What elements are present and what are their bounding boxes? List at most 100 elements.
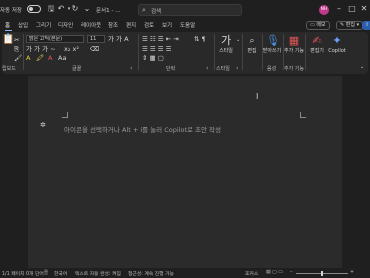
font-size-glyphs[interactable]: 가 가 A bbox=[108, 35, 129, 43]
document-title[interactable]: 문서1 - … bbox=[96, 6, 121, 14]
editing-mode-label: 편집 bbox=[345, 22, 355, 28]
copilot-button[interactable]: ✦ Copilot bbox=[326, 34, 348, 54]
tab-layout[interactable]: 레이아웃 bbox=[81, 21, 101, 29]
minimize-icon[interactable]: – bbox=[334, 4, 344, 14]
margin-mark-top-left bbox=[62, 112, 68, 118]
divider bbox=[305, 34, 306, 70]
maximize-icon[interactable]: □ bbox=[347, 4, 357, 14]
text-predictions[interactable]: 텍스트 자동 완성: 켜짐 bbox=[75, 270, 121, 277]
close-icon[interactable]: ✕ bbox=[359, 4, 369, 14]
editing-button[interactable]: ⌕ 편집 bbox=[242, 34, 262, 54]
tab-review[interactable]: 검토 bbox=[144, 21, 154, 29]
copilot-icon: ✦ bbox=[332, 34, 342, 47]
word-count[interactable]: 0개 단어 bbox=[26, 270, 44, 277]
accessibility-status[interactable]: 접근성: 계속 진행 가능 bbox=[128, 270, 174, 277]
ribbon: 📋 ✂ ⎘ 🖌 립보드 맑은 고딕(본문) 11 가 가 A 가 가 가 ~ x… bbox=[2, 32, 368, 74]
redo-icon[interactable]: ↻ bbox=[70, 4, 80, 14]
font-color-icon[interactable]: A bbox=[48, 54, 52, 62]
cut-icon[interactable]: ✂ bbox=[14, 36, 19, 44]
copilot-draft-icon[interactable]: ✲ bbox=[40, 121, 48, 129]
add-ins-button-label: 추가 기능 bbox=[284, 48, 304, 54]
tab-design[interactable]: 디자인 bbox=[58, 21, 73, 29]
tab-references[interactable]: 참조 bbox=[108, 21, 118, 29]
styles-icon: 가 bbox=[220, 34, 232, 47]
paste-icon[interactable]: 📋 bbox=[2, 35, 14, 45]
zoom-out-icon[interactable]: – bbox=[290, 270, 292, 275]
ribbon-tabs: 홈 삽입 그리기 디자인 레이아웃 참조 편지 검토 보기 도움말 ▭ 메모 ✎… bbox=[0, 20, 370, 31]
language[interactable]: 한국어 bbox=[54, 270, 67, 277]
tab-home[interactable]: 홈 bbox=[5, 21, 10, 29]
divider bbox=[23, 34, 24, 70]
find-icon: ⌕ bbox=[249, 36, 255, 46]
editor-button-label: 편집기 bbox=[310, 48, 324, 54]
autosave-toggle[interactable] bbox=[27, 5, 41, 13]
clear-format-icon[interactable]: ⌫ bbox=[90, 45, 99, 53]
editing-mode-button[interactable]: ✎ 편집 ▾ bbox=[336, 21, 364, 30]
customize-qat-icon[interactable]: ⌄ bbox=[82, 4, 92, 14]
search-icon: ⌕ bbox=[142, 6, 146, 14]
dictate-button-label: 받아쓰기 bbox=[262, 48, 282, 54]
text-effects-icon[interactable]: A bbox=[26, 54, 30, 62]
copy-icon[interactable]: ⎘ bbox=[14, 45, 19, 53]
copilot-button-label: Copilot bbox=[328, 48, 346, 54]
styles-button[interactable]: 가 스타일 bbox=[216, 34, 236, 54]
font-group-label: 글꼴 bbox=[72, 66, 82, 72]
avatar[interactable]: NH bbox=[319, 5, 329, 15]
voice-group-label: 음성 bbox=[267, 66, 277, 72]
subscript-superscript-icon[interactable]: x₂ x² bbox=[64, 45, 79, 53]
share-button[interactable]: ⇪ bbox=[362, 21, 370, 30]
change-case-icon[interactable]: Aa bbox=[58, 54, 66, 62]
styles-scroll-icon[interactable]: ⌄ bbox=[236, 36, 240, 44]
format-painter-icon[interactable]: 🖌 bbox=[14, 54, 22, 62]
shading-border-icons[interactable]: ⇕ ▦ ▢ bbox=[142, 54, 164, 62]
search-input[interactable]: 검색 bbox=[151, 7, 161, 15]
document-canvas: ✲ 아이콘을 선택하거나 Alt + i를 눌러 Copilot로 초안 작성 … bbox=[0, 76, 370, 268]
zoom-slider-thumb[interactable] bbox=[321, 271, 323, 276]
alignment-icons[interactable]: ☰ ☰ ☰ ☰ bbox=[142, 45, 172, 53]
highlight-icon[interactable]: 🖍 bbox=[36, 54, 44, 62]
paragraph-group-label: 단락 bbox=[166, 66, 176, 72]
status-bar: 1/1 페이지 0개 단어 🗎 한국어 텍스트 자동 완성: 켜짐 접근성: 계… bbox=[0, 268, 370, 278]
zoom-in-icon[interactable]: + bbox=[350, 270, 354, 275]
styles-dialog-launcher-icon[interactable]: ⌟ bbox=[236, 63, 238, 71]
list-icons[interactable]: ☰ ☷ ☰ ⇤ ⇥ bbox=[142, 35, 179, 43]
add-ins-button[interactable]: ▦ 추가 기능 bbox=[284, 34, 304, 54]
add-ins-icon: ▦ bbox=[288, 34, 300, 47]
save-icon[interactable]: 🖫 bbox=[46, 4, 56, 14]
mouse-cursor-icon: I bbox=[256, 92, 259, 101]
collapse-ribbon-icon[interactable]: ⌄ bbox=[360, 63, 364, 71]
margin-mark-top-right bbox=[300, 112, 306, 118]
comments-label: 메모 bbox=[316, 22, 326, 28]
tab-draw[interactable]: 그리기 bbox=[36, 21, 51, 29]
autosave-label: 자동 저장 bbox=[0, 8, 22, 14]
microphone-icon: 🎙 bbox=[266, 34, 280, 47]
editor-button[interactable]: ✍ 편집기 bbox=[307, 34, 327, 54]
add-ins-group-label: 추가 기능 bbox=[284, 66, 304, 72]
proofing-icon[interactable]: 🗎 bbox=[44, 270, 48, 278]
search-box[interactable]: ⌕ 검색 bbox=[138, 4, 242, 16]
title-bar: 자동 저장 🖫 ↶ ▾ ↻ ⌄ 문서1 - … ⌕ 검색 NH – □ ✕ bbox=[0, 0, 370, 20]
tab-insert[interactable]: 삽입 bbox=[18, 21, 28, 29]
document-page[interactable]: ✲ 아이콘을 선택하거나 Alt + i를 눌러 Copilot로 초안 작성 … bbox=[28, 76, 342, 268]
clipboard-group-label: 립보드 bbox=[2, 66, 16, 72]
font-name-select[interactable]: 맑은 고딕(본문) bbox=[26, 35, 84, 43]
editing-button-label: 편집 bbox=[247, 48, 257, 54]
dictate-button[interactable]: 🎙 받아쓰기 bbox=[262, 34, 282, 54]
page-count[interactable]: 1/1 페이지 bbox=[2, 270, 25, 277]
tab-view[interactable]: 보기 bbox=[162, 21, 172, 29]
tab-help[interactable]: 도움말 bbox=[180, 21, 195, 29]
paragraph-dialog-launcher-icon[interactable]: ⌟ bbox=[206, 63, 208, 71]
view-mode-icons[interactable]: ▤ ▢ ▭ bbox=[266, 270, 283, 275]
comments-button[interactable]: ▭ 메모 bbox=[306, 21, 330, 30]
editor-icon: ✍ bbox=[312, 34, 322, 47]
styles-button-label: 스타일 bbox=[219, 48, 233, 54]
font-dialog-launcher-icon[interactable]: ⌟ bbox=[130, 63, 132, 71]
font-size-select[interactable]: 11 bbox=[87, 35, 105, 43]
sort-pilcrow-icons[interactable]: ⇅ ¶ bbox=[194, 35, 206, 43]
focus-mode[interactable]: 포커스 bbox=[245, 270, 258, 277]
divider bbox=[138, 34, 139, 70]
tab-mailings[interactable]: 편지 bbox=[126, 21, 136, 29]
styles-group-label: 스타일 bbox=[216, 66, 230, 72]
copilot-placeholder-text: 아이콘을 선택하거나 Alt + i를 눌러 Copilot로 초안 작성 bbox=[64, 126, 222, 134]
bold-italic-underline-glyphs[interactable]: 가 가 가 ~ bbox=[26, 45, 56, 53]
